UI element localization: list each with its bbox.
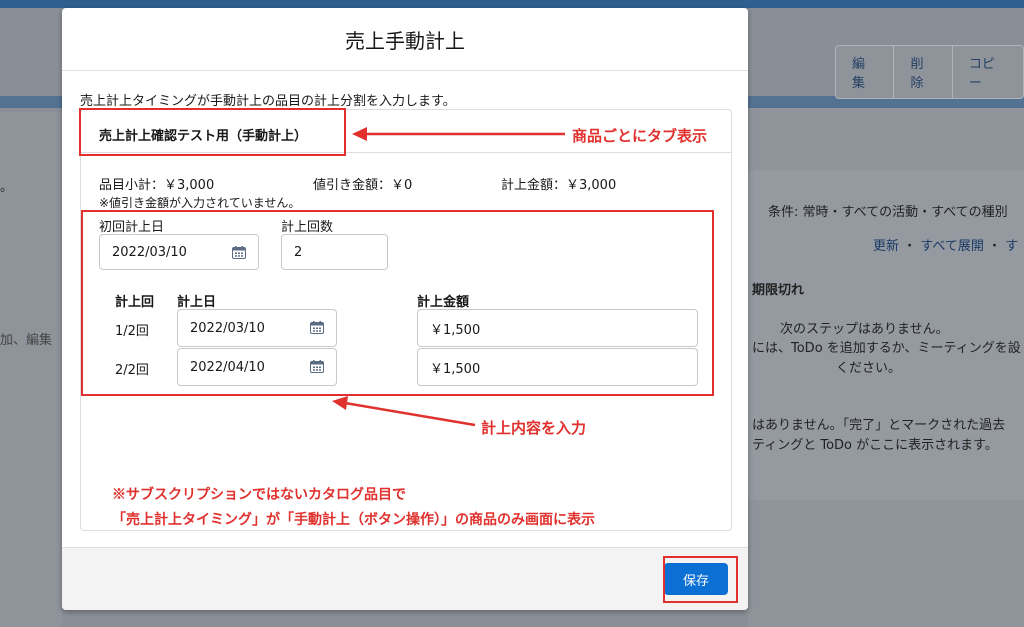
input-highlight-box [81, 210, 714, 396]
copy-button[interactable]: コピー [951, 46, 1023, 98]
catalog-note-line2: 「売上計上タイミング」が「手動計上（ボタン操作）」の商品のみ画面に表示 [112, 512, 595, 528]
tab-highlight-box [79, 108, 346, 156]
todo-hint-line2: ください。 [836, 361, 902, 376]
link-separator: ・ [988, 239, 1002, 254]
discount-warning: ※値引き金額が入力されていません。 [99, 196, 301, 210]
left-text-fragment: 。 [0, 180, 14, 195]
top-banner [0, 0, 1024, 8]
modal-title: 売上手動計上 [345, 28, 465, 53]
modal-intro-text: 売上計上タイミングが手動計上の品目の計上分割を入力します。 [80, 94, 456, 109]
catalog-note-line1: ※サブスクリプションではないカタログ品目で [112, 487, 406, 503]
left-add-edit-fragment: 加、編集 [0, 333, 53, 348]
discount-amount: 値引き金額：￥0 [313, 178, 413, 193]
activity-links: 更新 ・ すべて展開 ・ す [873, 235, 1018, 254]
tab-annotation: 商品ごとにタブ表示 [572, 127, 708, 145]
link-separator: ・ [903, 239, 917, 254]
more-link[interactable]: す [1005, 239, 1018, 254]
recorded-amount: 計上金額：￥3,000 [501, 178, 617, 193]
modal-header: 売上手動計上 [62, 8, 748, 71]
overdue-heading: 期限切れ [752, 283, 805, 298]
refresh-link[interactable]: 更新 [873, 239, 899, 254]
delete-button[interactable]: 削除 [893, 46, 951, 98]
expand-all-link[interactable]: すべて展開 [920, 239, 984, 254]
activity-filter-condition: 条件: 常時・すべての活動・すべての種別 [768, 205, 1008, 220]
record-action-buttons: 編集 削除 コピー [835, 45, 1024, 99]
save-highlight-box [663, 556, 738, 603]
item-subtotal: 品目小計：￥3,000 [99, 178, 215, 193]
input-annotation: 計上内容を入力 [481, 419, 587, 437]
next-step-text: 次のステップはありません。 [780, 322, 949, 337]
todo-hint-line1: には、ToDo を追加するか、ミーティングを設 [752, 341, 1021, 356]
modal-footer: 保存 [62, 547, 748, 610]
past-activity-line2: ティングと ToDo がここに表示されます。 [752, 438, 998, 453]
edit-button[interactable]: 編集 [836, 46, 893, 98]
past-activity-line1: はありません。「完了」とマークされた過去 [752, 418, 1006, 433]
